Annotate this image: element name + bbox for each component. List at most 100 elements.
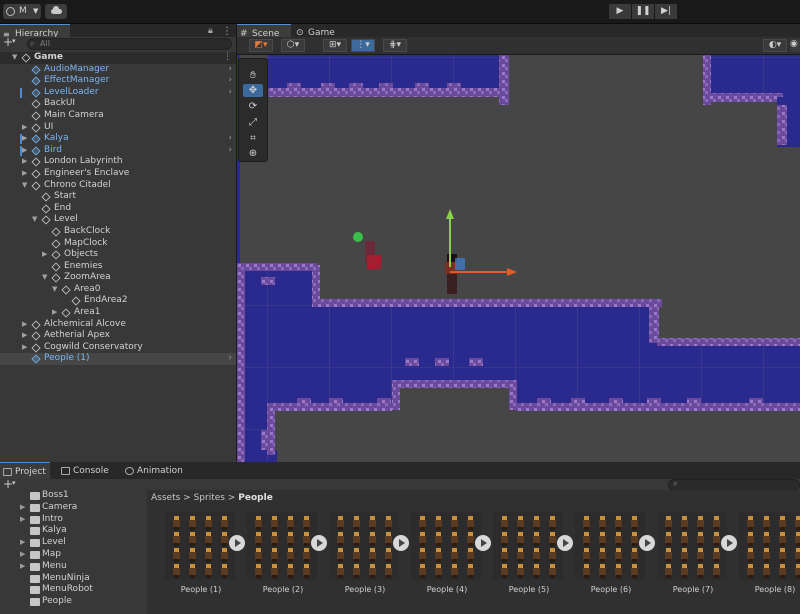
hierarchy-row-label: End [54,202,72,213]
grid-toggle-button[interactable]: ⋮▾ [351,39,375,52]
collapse-arrow-icon[interactable]: ▶ [20,549,25,561]
transform-tool-icon[interactable]: ⊕ [243,147,263,160]
hierarchy-row[interactable]: Enemies [0,261,236,273]
hierarchy-row[interactable]: ▶ Kalya › [0,133,236,145]
prefab-open-icon[interactable]: › [228,64,232,76]
step-button[interactable]: ▶| [655,4,677,19]
pause-button[interactable]: ❚❚ [632,4,654,19]
account-button[interactable]: M ▼ [3,4,41,19]
hierarchy-search-input[interactable]: ⌕ All [27,38,232,50]
collapse-arrow-icon[interactable]: ▶ [22,156,27,168]
collapse-arrow-icon[interactable]: ▶ [22,133,27,145]
folder-row[interactable]: MenuNinja [0,573,146,585]
gizmo-button[interactable]: ⬡▾ [281,39,305,52]
hierarchy-row[interactable]: ▶ Aetherial Apex [0,330,236,342]
collapse-arrow-icon[interactable]: ▶ [22,342,27,354]
hierarchy-row[interactable]: ▶ London Labyrinth [0,156,236,168]
camera-icon[interactable]: ◉ [790,39,800,52]
prefab-open-icon[interactable]: › [228,87,232,99]
grid-snap-button[interactable]: ⊞▾ [323,39,347,52]
hierarchy-row[interactable]: LevelLoader › [0,87,236,99]
folder-row[interactable]: ▶ Menu [0,561,146,573]
hierarchy-row[interactable]: ▶ Alchemical Alcove [0,319,236,331]
hierarchy-row[interactable]: AudioManager › [0,64,236,76]
folder-row[interactable]: People [0,596,146,608]
move-tool-icon[interactable]: ✥ [243,84,263,97]
lock-icon[interactable]: 🔒︎ [208,26,213,36]
expand-arrow-icon[interactable]: ▼ [32,214,37,226]
hierarchy-row[interactable]: ▶ Cogwild Conservatory [0,342,236,354]
sprite-asset[interactable]: People (6) [571,510,655,598]
collapse-arrow-icon[interactable]: ▶ [22,168,27,180]
prefab-open-icon[interactable]: › [228,75,232,87]
collapse-arrow-icon[interactable]: ▶ [20,502,25,514]
hand-tool-icon[interactable]: ✋︎ [243,69,263,82]
hierarchy-row[interactable]: ▼ Level [0,214,236,226]
folder-row[interactable]: Boss1 [0,490,146,502]
sprite-asset[interactable]: People (1) [161,510,245,598]
collapse-arrow-icon[interactable]: ▶ [20,514,25,526]
hierarchy-row[interactable]: People (1) › [0,353,236,366]
hierarchy-row[interactable]: End [0,203,236,215]
folder-row[interactable]: ▶ Level [0,537,146,549]
collapse-arrow-icon[interactable]: ▶ [22,330,27,342]
collapse-arrow-icon[interactable]: ▶ [42,249,47,261]
more-menu-icon[interactable]: ⋮ [222,26,232,37]
scene-root-row[interactable]: ▼ Game ⋮ [0,52,236,64]
lighting-button[interactable]: ◐▾ [763,39,787,52]
hierarchy-row[interactable]: ▶ Bird › [0,145,236,157]
scene-viewport[interactable] [237,55,800,462]
hierarchy-row[interactable]: EndArea2 [0,295,236,307]
collapse-arrow-icon[interactable]: ▶ [52,307,57,319]
hierarchy-row[interactable]: Start [0,191,236,203]
hierarchy-row[interactable]: Main Camera [0,110,236,122]
sprite-asset[interactable]: People (5) [489,510,573,598]
folder-row[interactable]: ▶ Camera [0,502,146,514]
breadcrumb-separator: > [183,493,191,503]
sprite-asset[interactable]: People (3) [325,510,409,598]
prefab-open-icon[interactable]: › [228,133,232,145]
hierarchy-row[interactable]: ▶ Area1 [0,307,236,319]
hierarchy-row[interactable]: ▶ Engineer's Enclave [0,168,236,180]
collapse-arrow-icon[interactable]: ▶ [20,561,25,573]
sprite-asset[interactable]: People (2) [243,510,327,598]
rect-tool-icon[interactable]: ⌗ [243,132,263,145]
play-button[interactable]: ▶ [609,4,631,19]
collapse-arrow-icon[interactable]: ▶ [22,145,27,157]
expand-arrow-icon[interactable]: ▼ [12,52,17,64]
collapse-arrow-icon[interactable]: ▶ [22,319,27,331]
collapse-arrow-icon[interactable]: ▶ [20,537,25,549]
hierarchy-row[interactable]: BackClock [0,226,236,238]
hierarchy-row[interactable]: ▼ Chrono Citadel [0,180,236,192]
expand-arrow-icon[interactable]: ▼ [22,180,27,192]
hierarchy-row[interactable]: ▼ ZoomArea [0,272,236,284]
hierarchy-row[interactable]: BackUI [0,98,236,110]
folder-row[interactable]: ▶ Map [0,549,146,561]
scene-menu-icon[interactable]: ⋮ [223,52,232,64]
hierarchy-row[interactable]: MapClock [0,238,236,250]
prefab-open-icon[interactable]: › [228,353,232,365]
breadcrumb-assets[interactable]: Assets [151,493,180,503]
scale-tool-icon[interactable]: ⤢ [243,116,263,129]
sprite-asset[interactable]: People (4) [407,510,491,598]
breadcrumb-sprites[interactable]: Sprites [194,493,225,503]
cloud-button[interactable] [45,4,67,19]
sprite-asset[interactable]: People (8) [735,510,800,598]
hierarchy-row[interactable]: ▼ Area0 [0,284,236,296]
folder-row[interactable]: MenuRobot [0,584,146,596]
expand-arrow-icon[interactable]: ▼ [42,272,47,284]
folder-row[interactable]: Kalya [0,525,146,537]
folder-row[interactable]: ▶ Intro [0,514,146,526]
increment-snap-button[interactable]: ⋕▾ [383,39,407,52]
prefab-open-icon[interactable]: › [228,145,232,157]
rotate-tool-icon[interactable]: ⟳ [243,100,263,113]
sprite-asset[interactable]: People (7) [653,510,737,598]
breadcrumb-people[interactable]: People [238,493,273,503]
expand-arrow-icon[interactable]: ▼ [52,284,57,296]
hierarchy-row[interactable]: ▶ UI [0,122,236,134]
hierarchy-row[interactable]: EffectManager › [0,75,236,87]
hierarchy-row[interactable]: ▶ Objects [0,249,236,261]
hierarchy-row-label: UI [44,121,54,132]
collapse-arrow-icon[interactable]: ▶ [22,122,27,134]
draw-mode-button[interactable]: ◩▾ [249,39,273,52]
